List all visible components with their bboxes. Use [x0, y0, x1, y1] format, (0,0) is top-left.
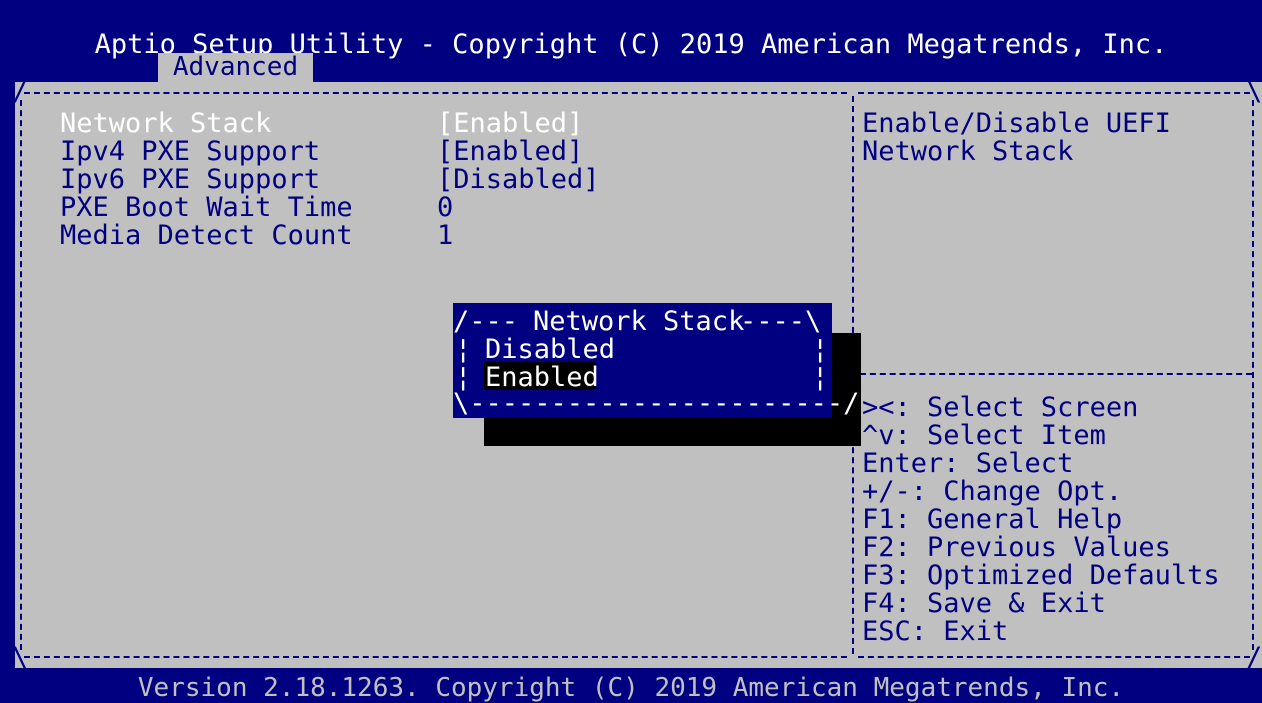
- key-help-select-screen: ><: Select Screen: [862, 392, 1139, 423]
- setting-media-detect-value[interactable]: 1: [437, 222, 453, 250]
- key-help-select-item: ^v: Select Item: [862, 420, 1106, 451]
- key-help-f2: F2: Previous Values: [862, 532, 1171, 563]
- frame-corner-tl: /: [12, 76, 29, 107]
- setting-media-detect-label[interactable]: Media Detect Count: [60, 222, 353, 250]
- frame-left-border: [20, 100, 22, 650]
- footer-version: Version 2.18.1263. Copyright (C) 2019 Am…: [137, 673, 1125, 703]
- frame-corner-tr: \: [1246, 76, 1262, 107]
- key-help-esc: ESC: Exit: [862, 616, 1009, 647]
- popup-left-edge: ¦: [455, 334, 472, 365]
- frame-top-border-left: [24, 92, 847, 94]
- key-help-f3: F3: Optimized Defaults: [862, 560, 1220, 591]
- setting-ipv4-pxe-value[interactable]: [Enabled]: [437, 138, 583, 166]
- popup-option-disabled[interactable]: Disabled: [485, 336, 615, 364]
- key-help-change-opt: +/-: Change Opt.: [862, 476, 1123, 507]
- popup-right-edge: ¦: [812, 334, 829, 365]
- help-text-line-1: Enable/Disable UEFI: [862, 108, 1171, 139]
- frame-bottom-border-left: [24, 656, 847, 658]
- frame-bottom-border-right: [858, 656, 1250, 658]
- tab-advanced[interactable]: Advanced: [158, 53, 313, 82]
- popup-bottom-border: \-----------------------/: [453, 388, 860, 419]
- key-help-f4: F4: Save & Exit: [862, 588, 1106, 619]
- setting-ipv6-pxe-label[interactable]: Ipv6 PXE Support: [60, 166, 320, 194]
- popup-top-right-border: ----\: [740, 306, 822, 337]
- key-help-f1: F1: General Help: [862, 504, 1123, 535]
- key-help-enter: Enter: Select: [862, 448, 1074, 479]
- frame-right-border: [1252, 100, 1254, 650]
- setting-ipv6-pxe-value[interactable]: [Disabled]: [437, 166, 600, 194]
- setting-network-stack-label[interactable]: Network Stack: [60, 110, 271, 138]
- help-separator: [860, 373, 1252, 375]
- popup-title: Network Stack: [533, 306, 745, 337]
- setting-ipv4-pxe-label[interactable]: Ipv4 PXE Support: [60, 138, 320, 166]
- setting-pxe-wait-label[interactable]: PXE Boot Wait Time: [60, 194, 353, 222]
- help-text-line-2: Network Stack: [862, 136, 1074, 167]
- setting-network-stack-value[interactable]: [Enabled]: [437, 110, 583, 138]
- frame-top-border-right: [858, 92, 1250, 94]
- popup-top-left-border: /---: [453, 306, 519, 337]
- setting-pxe-wait-value[interactable]: 0: [437, 194, 453, 222]
